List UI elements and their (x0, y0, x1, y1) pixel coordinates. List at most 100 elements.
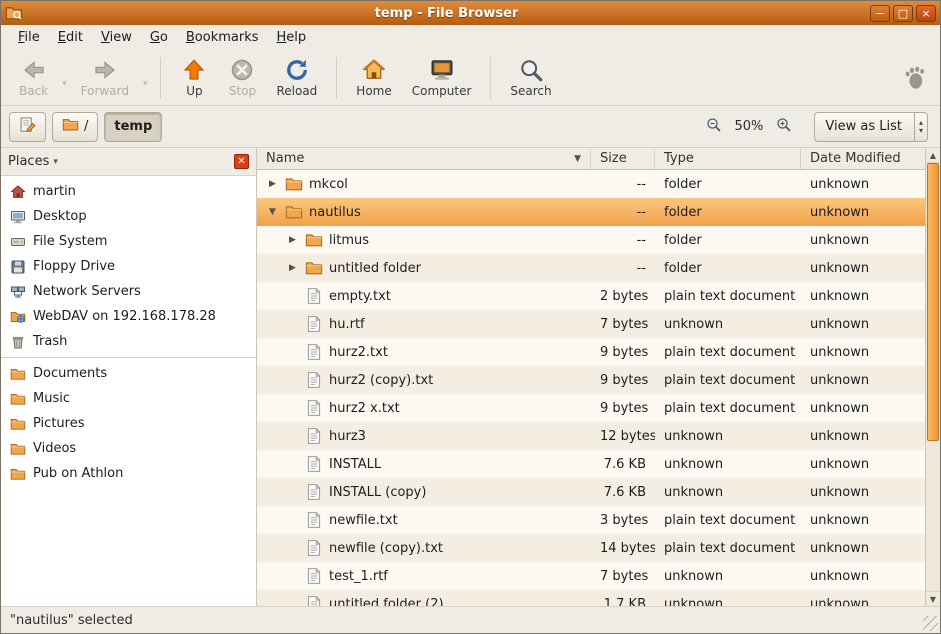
menu-help[interactable]: Help (268, 27, 316, 48)
sidebar-item-pub-on-athlon[interactable]: Pub on Athlon (1, 461, 256, 486)
scrollbar-thumb[interactable] (927, 163, 939, 441)
file-row-empty-txt[interactable]: empty.txt2 bytesplain text documentunkno… (257, 282, 925, 310)
expand-icon[interactable]: ▶ (266, 179, 279, 189)
maximize-button[interactable]: □ (893, 5, 913, 22)
file-row-untitled-folder[interactable]: ▶untitled folder--folderunknown (257, 254, 925, 282)
resize-grip[interactable] (923, 616, 938, 631)
trash-icon (10, 334, 26, 350)
folder-icon (10, 441, 26, 457)
sidebar-item-music[interactable]: Music (1, 386, 256, 411)
folder-icon (10, 466, 26, 482)
sidebar-item-webdav-on-192-168-178-28[interactable]: WebDAV on 192.168.178.28 (1, 304, 256, 329)
vertical-scrollbar[interactable]: ▲ ▼ (925, 148, 940, 606)
sidebar-item-label: martin (33, 184, 76, 199)
menubar: FileEditViewGoBookmarksHelp (1, 25, 940, 50)
type-cell: unknown (655, 317, 801, 332)
file-row-litmus[interactable]: ▶litmus--folderunknown (257, 226, 925, 254)
sidebar-item-trash[interactable]: Trash (1, 329, 256, 354)
column-header-size[interactable]: Size (591, 148, 655, 169)
file-row-nautilus[interactable]: ▼nautilus--folderunknown (257, 198, 925, 226)
menu-view[interactable]: View (92, 27, 141, 48)
name-cell: newfile (copy).txt (257, 539, 591, 557)
size-cell: 7.6 KB (591, 485, 655, 500)
file-row-newfile-copy-txt[interactable]: newfile (copy).txt14 bytesplain text doc… (257, 534, 925, 562)
zoom-in-button[interactable] (772, 115, 796, 139)
file-icon (305, 427, 323, 445)
sidebar-item-network-servers[interactable]: Network Servers (1, 279, 256, 304)
view-mode-select[interactable]: View as List ▴▾ (814, 112, 928, 142)
date-cell: unknown (801, 205, 925, 220)
status-text: "nautilus" selected (10, 613, 133, 628)
path-current-button[interactable]: temp (104, 112, 162, 142)
toolbar-forward-label: Forward (81, 84, 129, 98)
file-name: newfile (copy).txt (329, 541, 443, 556)
sidebar-item-videos[interactable]: Videos (1, 436, 256, 461)
size-cell: 12 bytes (591, 429, 655, 444)
places-header[interactable]: Places ▾ ✕ (1, 148, 256, 176)
minimize-button[interactable]: − (870, 5, 890, 22)
expand-icon[interactable]: ▶ (286, 263, 299, 273)
sidebar-item-documents[interactable]: Documents (1, 361, 256, 386)
toolbar-back-button: Back (9, 54, 58, 102)
collapse-icon[interactable]: ▼ (266, 207, 279, 217)
menu-edit[interactable]: Edit (49, 27, 92, 48)
sidebar-item-martin[interactable]: martin (1, 179, 256, 204)
toolbar-up-button[interactable]: Up (170, 54, 218, 102)
date-cell: unknown (801, 233, 925, 248)
file-name: empty.txt (329, 289, 391, 304)
file-row-install[interactable]: INSTALL7.6 KBunknownunknown (257, 450, 925, 478)
file-name: untitled folder (329, 261, 421, 276)
file-row-mkcol[interactable]: ▶mkcol--folderunknown (257, 170, 925, 198)
zoom-out-button[interactable] (702, 115, 726, 139)
sidebar-item-floppy-drive[interactable]: Floppy Drive (1, 254, 256, 279)
path-root-button[interactable]: / (52, 112, 98, 142)
menu-file[interactable]: File (9, 27, 49, 48)
file-icon (305, 539, 323, 557)
file-row-test-1-rtf[interactable]: test_1.rtf7 bytesunknownunknown (257, 562, 925, 590)
file-icon (305, 483, 323, 501)
sidebar-item-label: Trash (33, 334, 67, 349)
file-row-install-copy[interactable]: INSTALL (copy)7.6 KBunknownunknown (257, 478, 925, 506)
file-name: litmus (329, 233, 369, 248)
search-icon (519, 58, 543, 82)
expand-icon[interactable]: ▶ (286, 235, 299, 245)
column-header-name[interactable]: Name ▼ (257, 148, 591, 169)
toolbar-reload-button[interactable]: Reload (266, 54, 327, 102)
menu-bookmarks[interactable]: Bookmarks (177, 27, 268, 48)
view-mode-label: View as List (825, 119, 902, 134)
home-red-icon (10, 184, 26, 200)
file-row-newfile-txt[interactable]: newfile.txt3 bytesplain text documentunk… (257, 506, 925, 534)
file-row-hurz2-copy-txt[interactable]: hurz2 (copy).txt9 bytesplain text docume… (257, 366, 925, 394)
toolbar-home-button[interactable]: Home (346, 54, 401, 102)
toggle-location-entry-button[interactable] (9, 112, 46, 142)
menu-go[interactable]: Go (141, 27, 177, 48)
name-cell: hurz3 (257, 427, 591, 445)
file-row-untitled-folder-2[interactable]: untitled folder (2)1.7 KBunknownunknown (257, 590, 925, 606)
file-row-hurz2-x-txt[interactable]: hurz2 x.txt9 bytesplain text documentunk… (257, 394, 925, 422)
file-row-hurz2-txt[interactable]: hurz2.txt9 bytesplain text documentunkno… (257, 338, 925, 366)
sidebar-item-pictures[interactable]: Pictures (1, 411, 256, 436)
close-sidebar-button[interactable]: ✕ (234, 154, 249, 169)
file-row-hu-rtf[interactable]: hu.rtf7 bytesunknownunknown (257, 310, 925, 338)
sidebar-list: martin DesktopFile SystemFloppy DriveNetw… (1, 176, 256, 606)
view-mode-spinner-icon[interactable]: ▴▾ (914, 113, 927, 141)
scrollbar-track[interactable] (926, 163, 940, 591)
titlebar[interactable]: temp - File Browser − □ × (1, 1, 940, 25)
toolbar-computer-button[interactable]: Computer (402, 54, 482, 102)
name-cell: hurz2.txt (257, 343, 591, 361)
toolbar-search-button[interactable]: Search (500, 54, 561, 102)
name-cell: untitled folder (2) (257, 595, 591, 606)
sidebar-item-desktop[interactable]: Desktop (1, 204, 256, 229)
column-header-date-modified[interactable]: Date Modified (801, 148, 925, 169)
file-row-hurz3[interactable]: hurz312 bytesunknownunknown (257, 422, 925, 450)
type-cell: plain text document (655, 345, 801, 360)
date-cell: unknown (801, 345, 925, 360)
close-button[interactable]: × (916, 5, 936, 22)
toolbar-up-label: Up (186, 84, 202, 98)
scroll-up-arrow-icon[interactable]: ▲ (926, 148, 940, 163)
toolbar-search-label: Search (510, 84, 551, 98)
sidebar-item-file-system[interactable]: File System (1, 229, 256, 254)
column-header-type[interactable]: Type (655, 148, 801, 169)
size-cell: 7 bytes (591, 317, 655, 332)
scroll-down-arrow-icon[interactable]: ▼ (926, 591, 940, 606)
